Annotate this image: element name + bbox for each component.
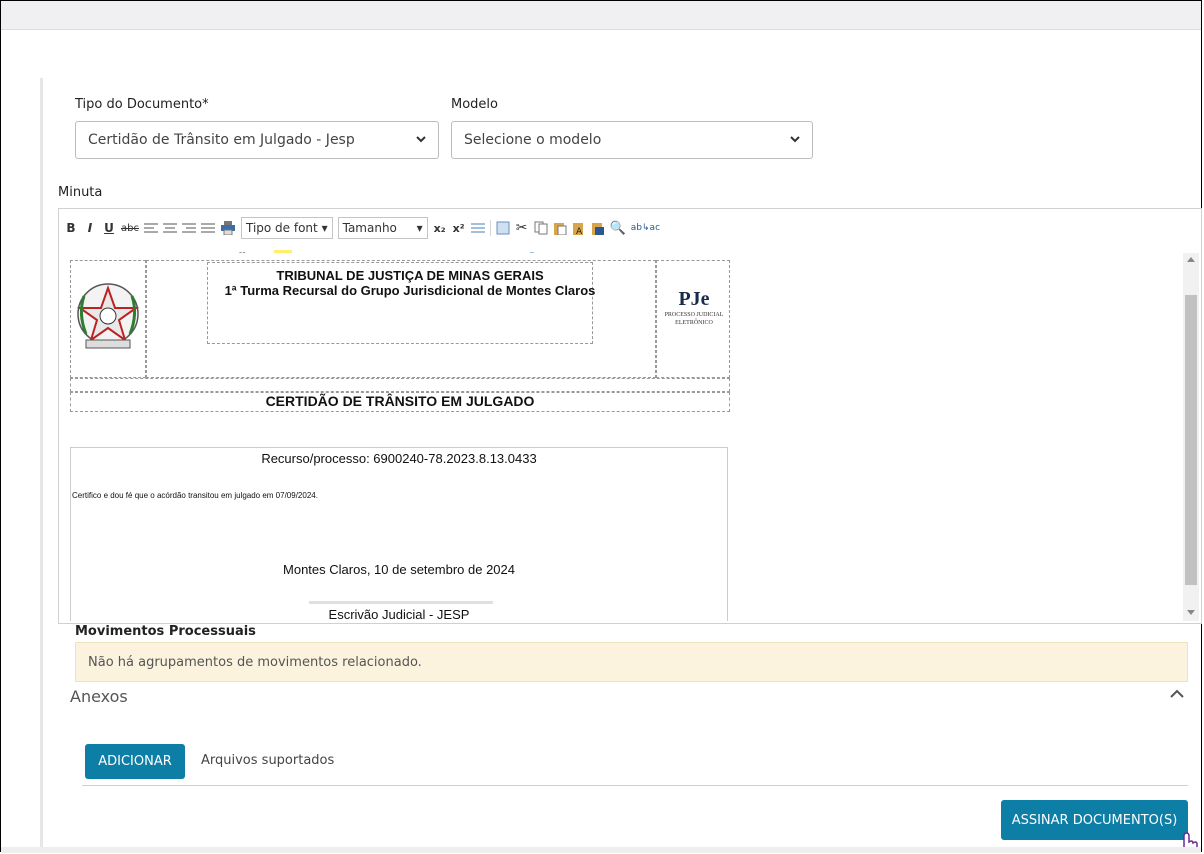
left-divider (40, 78, 43, 848)
align-justify-icon[interactable] (200, 219, 215, 237)
chevron-up-icon[interactable] (1169, 688, 1185, 700)
font-family-combo[interactable]: Tipo de font ▾ (240, 217, 333, 239)
pje-logo-sub2: ELETRÔNICO (675, 320, 713, 326)
tipo-documento-label: Tipo do Documento* (75, 97, 209, 112)
chevron-down-icon (416, 136, 426, 143)
separator (489, 220, 491, 236)
arquivos-suportados-link[interactable]: Arquivos suportados (201, 753, 334, 768)
pje-logo: PJe PROCESSO JUDICIAL ELETRÔNICO (662, 288, 726, 327)
date-line: Montes Claros, 10 de setembro de 2024 (283, 562, 515, 577)
font-size-combo[interactable]: Tamanho ▾ (337, 217, 428, 239)
assinar-documentos-button[interactable]: ASSINAR DOCUMENTO(S) (1001, 800, 1188, 840)
toolbar-row-1: B I U abc Tipo de font ▾ Tamanho ▾ x₂ x² … (64, 216, 660, 240)
modelo-value: Selecione o modelo (464, 132, 602, 148)
replace-icon[interactable]: ab↳ac (631, 219, 660, 237)
movimentos-empty-text: Não há agrupamentos de movimentos relaci… (88, 654, 422, 670)
align-right-icon[interactable] (181, 219, 196, 237)
modelo-select[interactable]: Selecione o modelo (451, 121, 813, 159)
paste-icon[interactable] (553, 219, 567, 237)
sort-icon[interactable] (470, 219, 485, 237)
document-header: TRIBUNAL DE JUSTIÇA DE MINAS GERAIS 1ª T… (70, 260, 730, 412)
scrollbar-thumb[interactable] (1185, 295, 1197, 585)
subscript-icon[interactable]: x₂ (433, 219, 447, 237)
font-family-value: Tipo de font (245, 221, 318, 235)
header-spacer-row (70, 378, 730, 392)
svg-text:A: A (576, 227, 583, 235)
select-all-icon[interactable] (496, 219, 510, 237)
minuta-label: Minuta (58, 185, 103, 200)
find-icon[interactable]: 🔍 (610, 219, 626, 237)
signature-line (309, 601, 493, 604)
editor-scrollbar[interactable] (1183, 253, 1199, 621)
paste-word-icon[interactable] (591, 219, 605, 237)
chevron-down-icon (790, 136, 800, 143)
align-center-icon[interactable] (162, 219, 177, 237)
certify-text: Certifico e dou fé que o acórdão transit… (72, 491, 318, 500)
document-body (70, 447, 728, 621)
process-number: Recurso/processo: 6900240-78.2023.8.13.0… (261, 451, 537, 466)
bold-button[interactable]: B (64, 219, 78, 237)
movimentos-title: Movimentos Processuais (75, 624, 256, 639)
movimentos-empty-alert: Não há agrupamentos de movimentos relaci… (75, 642, 1188, 682)
cut-icon[interactable]: ✂ (515, 219, 529, 237)
italic-button[interactable]: I (83, 219, 97, 237)
document-content[interactable]: TRIBUNAL DE JUSTIÇA DE MINAS GERAIS 1ª T… (63, 253, 1185, 621)
pje-logo-sub1: PROCESSO JUDICIAL (664, 312, 724, 318)
pje-logo-text: PJe (678, 288, 710, 310)
adicionar-button[interactable]: ADICIONAR (85, 744, 185, 779)
paste-text-icon[interactable]: A (572, 219, 586, 237)
scroll-down-icon[interactable] (1187, 610, 1195, 616)
bottom-strip (1, 847, 1201, 853)
strikethrough-button[interactable]: abc (121, 219, 139, 237)
court-line-2: 1ª Turma Recursal do Grupo Jurisdicional… (224, 283, 596, 298)
minas-gerais-seal-icon (76, 283, 140, 349)
tipo-documento-select[interactable]: Certidão de Trânsito em Julgado - Jesp (75, 121, 439, 159)
underline-button[interactable]: U (102, 219, 116, 237)
modelo-label: Modelo (451, 97, 498, 112)
certificate-title: CERTIDÃO DE TRÂNSITO EM JULGADO (265, 393, 535, 409)
font-size-value: Tamanho (342, 221, 397, 235)
tipo-documento-value: Certidão de Trânsito em Julgado - Jesp (88, 132, 355, 148)
print-icon[interactable] (220, 219, 236, 237)
superscript-icon[interactable]: x² (452, 219, 466, 237)
scroll-up-icon[interactable] (1187, 256, 1195, 262)
signer-role: Escrivão Judicial - JESP (328, 607, 470, 621)
anexos-title: Anexos (70, 687, 128, 706)
court-title: TRIBUNAL DE JUSTIÇA DE MINAS GERAIS 1ª T… (220, 268, 600, 298)
copy-icon[interactable] (534, 219, 548, 237)
court-line-1: TRIBUNAL DE JUSTIÇA DE MINAS GERAIS (276, 268, 544, 283)
section-divider (82, 785, 1188, 786)
top-bar (1, 1, 1201, 30)
align-left-icon[interactable] (143, 219, 158, 237)
